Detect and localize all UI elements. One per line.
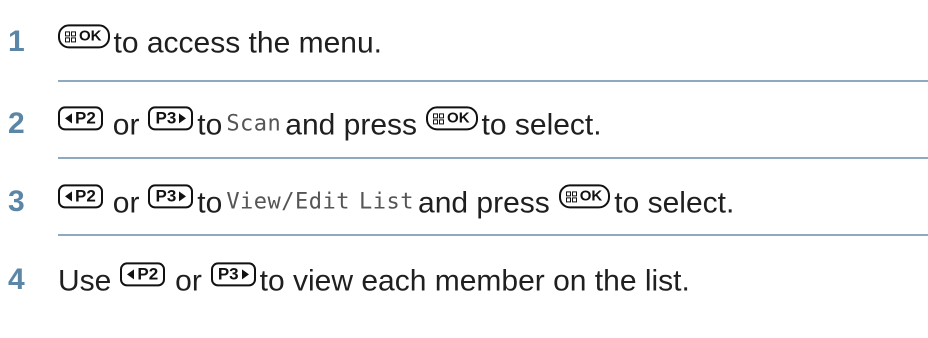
left-arrow-p2-button-icon: P2 bbox=[120, 262, 166, 287]
to-text: to bbox=[197, 108, 223, 142]
menu-ok-button-icon: OK bbox=[426, 106, 478, 131]
p2-key-label: P2 bbox=[75, 108, 96, 128]
left-arrow-p2-button-icon: P2 bbox=[58, 184, 103, 209]
menu-grid-icon bbox=[565, 190, 577, 202]
right-arrow-p3-button-icon: P3 bbox=[210, 262, 256, 287]
menu-ok-button-icon: OK bbox=[558, 184, 611, 209]
left-triangle-icon bbox=[65, 191, 72, 202]
step-4: 4 Use P2 or P3 to view each member on th… bbox=[0, 248, 928, 308]
step-number: 1 bbox=[8, 25, 25, 59]
lcd-word-2: List bbox=[359, 189, 415, 215]
tail-text: to select. bbox=[614, 186, 735, 220]
p2-key-label: P2 bbox=[137, 264, 159, 284]
lcd-menu-text: View/Edit List bbox=[222, 185, 418, 219]
or-text: or bbox=[112, 186, 140, 220]
lcd-menu-text: Scan bbox=[226, 111, 282, 137]
p3-key-label: P3 bbox=[155, 186, 177, 206]
divider bbox=[58, 234, 928, 236]
step-number: 4 bbox=[8, 263, 25, 297]
right-arrow-p3-button-icon: P3 bbox=[148, 184, 194, 209]
step-2: 2 P2 or P3 to Scan and press OK to selec… bbox=[0, 92, 928, 152]
divider bbox=[58, 80, 928, 82]
or-text: or bbox=[112, 108, 140, 142]
step-number: 3 bbox=[8, 185, 25, 219]
press-text: and press bbox=[418, 186, 550, 220]
menu-ok-button-icon: OK bbox=[58, 24, 110, 49]
press-text: and press bbox=[285, 108, 418, 142]
to-text: to bbox=[197, 186, 223, 220]
step-number: 2 bbox=[8, 107, 25, 141]
left-arrow-p2-button-icon: P2 bbox=[58, 106, 103, 131]
step-text: Use P2 or P3 to view each member on the … bbox=[58, 262, 690, 298]
right-triangle-icon bbox=[179, 113, 187, 124]
instruction-steps: 1 OK to access the menu. 2 P2 or P3 to S… bbox=[0, 0, 928, 338]
step-1-text: to access the menu. bbox=[113, 26, 382, 60]
step-1: 1 OK to access the menu. bbox=[0, 10, 928, 70]
left-triangle-icon bbox=[127, 269, 135, 280]
or-text: or bbox=[175, 264, 202, 298]
right-triangle-icon bbox=[179, 191, 187, 202]
step-3: 3 P2 or P3 to View/Edit List and press OK… bbox=[0, 170, 928, 230]
menu-grid-icon bbox=[65, 30, 76, 42]
divider bbox=[58, 157, 928, 159]
p3-key-label: P3 bbox=[217, 264, 239, 284]
menu-grid-icon bbox=[433, 112, 445, 124]
step-text: OK to access the menu. bbox=[58, 24, 382, 60]
menu-ok-key-label: OK bbox=[579, 187, 603, 205]
tail-text: to select. bbox=[481, 108, 602, 142]
right-triangle-icon bbox=[241, 269, 249, 280]
step-text: P2 or P3 to View/Edit List and press OK t… bbox=[58, 184, 735, 220]
step-text: P2 or P3 to Scan and press OK to select. bbox=[58, 106, 602, 142]
lcd-word-1: View/Edit bbox=[226, 189, 351, 215]
use-text: Use bbox=[58, 264, 112, 298]
menu-ok-key-label: OK bbox=[447, 109, 470, 127]
menu-ok-key-label: OK bbox=[79, 27, 102, 45]
left-triangle-icon bbox=[65, 113, 72, 124]
p3-key-label: P3 bbox=[155, 108, 177, 128]
tail-text: to view each member on the list. bbox=[259, 264, 690, 298]
p2-key-label: P2 bbox=[75, 186, 96, 206]
right-arrow-p3-button-icon: P3 bbox=[148, 106, 194, 131]
